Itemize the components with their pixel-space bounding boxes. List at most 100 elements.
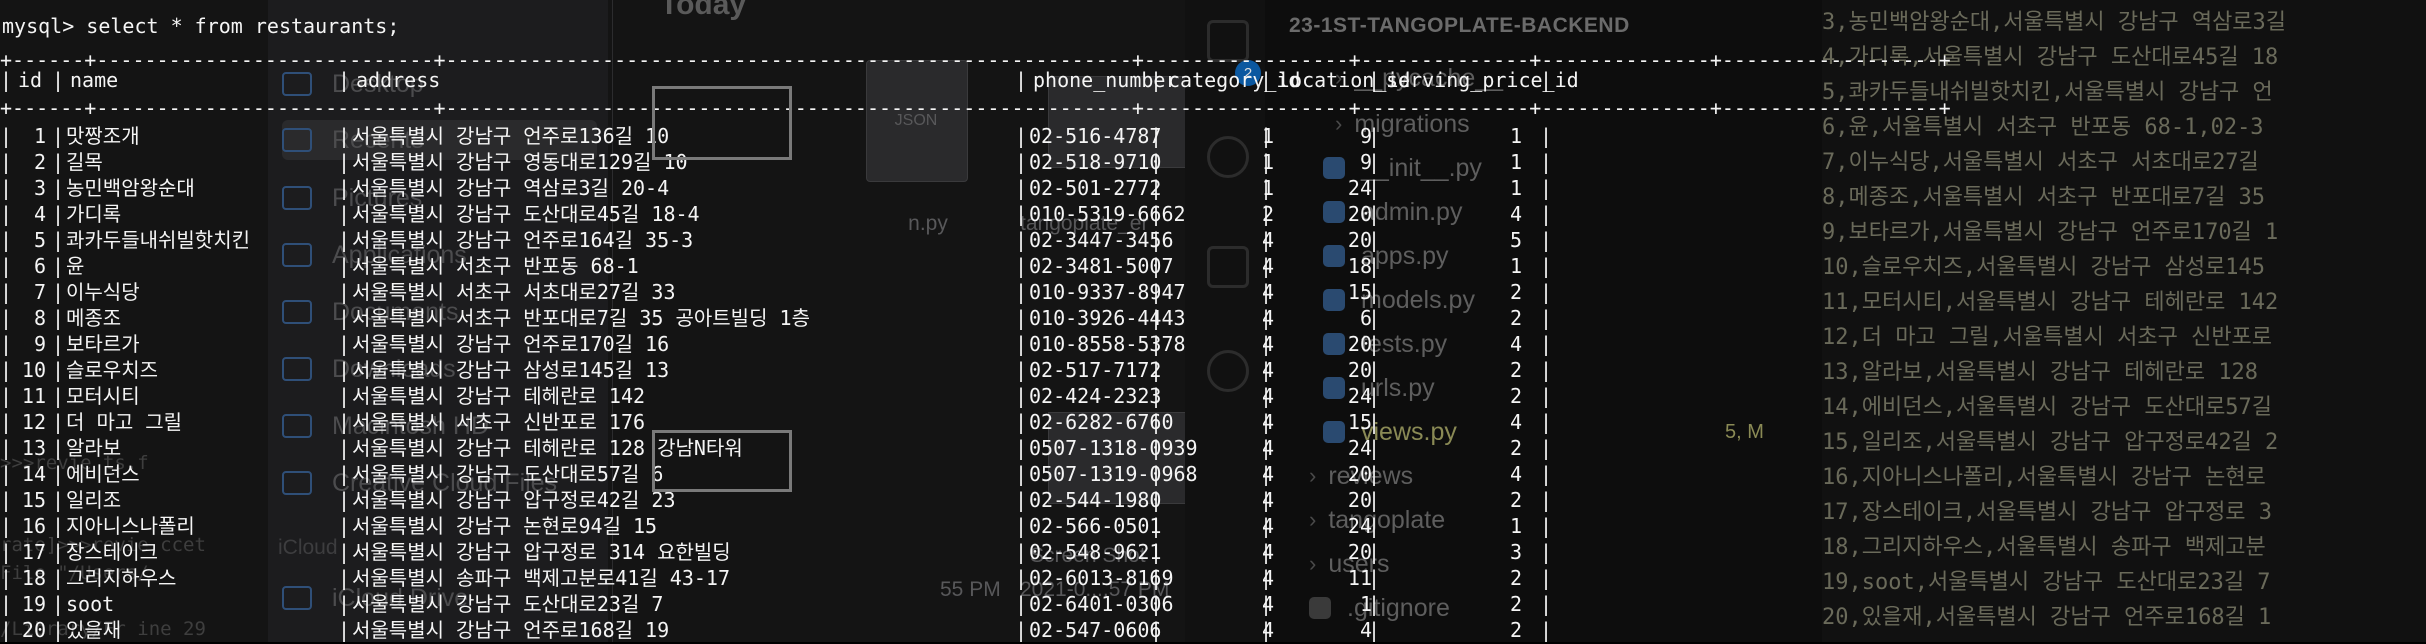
column-separator: | bbox=[1540, 228, 1553, 252]
column-separator: | bbox=[338, 254, 351, 278]
cell-category: 4 bbox=[1261, 228, 1274, 252]
column-separator: | bbox=[1540, 592, 1553, 616]
column-separator: | bbox=[52, 410, 65, 434]
column-separator: | bbox=[338, 488, 351, 512]
cell-location: 15 bbox=[1347, 280, 1372, 304]
column-separator: | bbox=[1540, 254, 1553, 278]
column-separator: | bbox=[1540, 384, 1553, 408]
selection-highlight bbox=[652, 430, 792, 492]
column-separator: | bbox=[52, 254, 65, 278]
column-separator: | bbox=[1015, 514, 1028, 538]
cell-location: 4 bbox=[1359, 618, 1372, 642]
column-separator: | bbox=[52, 332, 65, 356]
cell-id: 13 bbox=[21, 436, 46, 460]
column-separator: | bbox=[52, 436, 65, 460]
cell-category: 4 bbox=[1261, 332, 1274, 356]
cell-category: 1 bbox=[1261, 176, 1274, 200]
column-separator: | bbox=[52, 592, 65, 616]
cell-price: 1 bbox=[1509, 254, 1522, 278]
column-separator: | bbox=[338, 592, 351, 616]
column-header-name: name bbox=[70, 68, 119, 92]
column-separator: | bbox=[52, 618, 65, 642]
table-row: | 17 | 장스테이크 | 서울특별시 강남구 압구정로 314 요한빌딩 | 02-548… bbox=[0, 538, 2426, 566]
cell-price: 1 bbox=[1509, 124, 1522, 148]
column-separator: | bbox=[1015, 618, 1028, 642]
cell-category: 1 bbox=[1261, 124, 1274, 148]
cell-price: 2 bbox=[1509, 306, 1522, 330]
cell-price: 1 bbox=[1509, 150, 1522, 174]
cell-price: 2 bbox=[1509, 592, 1522, 616]
cell-id: 7 bbox=[33, 280, 46, 304]
cell-name: 농민백암왕순대 bbox=[66, 176, 195, 200]
column-separator: | bbox=[1015, 306, 1028, 330]
cell-name: 윤 bbox=[66, 254, 85, 278]
table-row: | 12 | 더 마고 그릴 | 서울특별시 서초구 신반포로 176 | 02-6282-6… bbox=[0, 408, 2426, 436]
cell-address: 서울특별시 서초구 신반포로 176 bbox=[352, 410, 646, 434]
table-row: | 9 | 보타르가 | 서울특별시 강남구 언주로170길 16 | 010-8558-53… bbox=[0, 330, 2426, 358]
cell-category: 4 bbox=[1261, 384, 1274, 408]
table-row: | 15 | 일리조 | 서울특별시 강남구 압구정로42길 23 | 02-544-1980… bbox=[0, 486, 2426, 514]
column-separator: | bbox=[338, 150, 351, 174]
table-border-header: +------+----------------------------+---… bbox=[0, 96, 1951, 120]
cell-location: 24 bbox=[1347, 176, 1372, 200]
column-separator: | bbox=[338, 228, 351, 252]
column-separator: | bbox=[1015, 202, 1028, 226]
column-separator: | bbox=[52, 514, 65, 538]
cell-category: 4 bbox=[1261, 410, 1274, 434]
cell-price: 4 bbox=[1509, 410, 1522, 434]
cell-address: 서울특별시 강남구 압구정로42길 23 bbox=[352, 488, 676, 512]
cell-name: 알라보 bbox=[66, 436, 122, 460]
cell-location: 24 bbox=[1347, 436, 1372, 460]
terminal-window[interactable]: mysql> select * from restaurants; +-----… bbox=[0, 0, 2426, 642]
column-separator: | bbox=[52, 280, 65, 304]
cell-id: 11 bbox=[21, 384, 46, 408]
cell-location: 1 bbox=[1359, 592, 1372, 616]
cell-name: 맛짱조개 bbox=[66, 124, 140, 148]
cell-name: 가디록 bbox=[66, 202, 122, 226]
cell-location: 20 bbox=[1347, 540, 1372, 564]
cell-category: 4 bbox=[1261, 592, 1274, 616]
cell-address: 서울특별시 강남구 언주로136길 10 bbox=[352, 124, 670, 148]
cell-name: 길목 bbox=[66, 150, 103, 174]
table-row: | 10 | 슬로우치즈 | 서울특별시 강남구 삼성로145길 13 | 02-517-71… bbox=[0, 356, 2426, 384]
cell-price: 2 bbox=[1509, 384, 1522, 408]
column-separator: | bbox=[1540, 68, 1553, 92]
column-separator: | bbox=[1540, 540, 1553, 564]
column-separator: | bbox=[338, 436, 351, 460]
cell-id: 9 bbox=[33, 332, 46, 356]
column-separator: | bbox=[1540, 280, 1553, 304]
cell-phone: 02-566-0501 bbox=[1029, 514, 1162, 538]
cell-address: 서울특별시 강남구 언주로164길 35-3 bbox=[352, 228, 694, 252]
cell-location: 24 bbox=[1347, 384, 1372, 408]
cell-category: 4 bbox=[1261, 358, 1274, 382]
table-row: | 18 | 그리지하우스 | 서울특별시 송파구 백제고분로41길 43-17 | 02-6… bbox=[0, 564, 2426, 592]
column-header-id: id bbox=[18, 68, 43, 92]
column-separator: | bbox=[338, 280, 351, 304]
cell-price: 4 bbox=[1509, 462, 1522, 486]
cell-id: 18 bbox=[21, 566, 46, 590]
cell-id: 17 bbox=[21, 540, 46, 564]
cell-name: 있을재 bbox=[66, 618, 122, 642]
column-separator: | bbox=[52, 176, 65, 200]
cell-phone: 02-424-2323 bbox=[1029, 384, 1162, 408]
column-separator: | bbox=[1015, 462, 1028, 486]
column-separator: | bbox=[52, 68, 65, 92]
column-separator: | bbox=[1540, 202, 1553, 226]
cell-location: 15 bbox=[1347, 410, 1372, 434]
cell-address: 서울특별시 강남구 테헤란로 142 bbox=[352, 384, 646, 408]
cell-name: 일리조 bbox=[66, 488, 122, 512]
cell-category: 4 bbox=[1261, 514, 1274, 538]
cell-id: 8 bbox=[33, 306, 46, 330]
column-separator: | bbox=[1540, 410, 1553, 434]
column-separator: | bbox=[338, 306, 351, 330]
selection-highlight bbox=[652, 86, 792, 160]
column-separator: | bbox=[1015, 488, 1028, 512]
column-separator: | bbox=[52, 228, 65, 252]
cell-location: 20 bbox=[1347, 332, 1372, 356]
cell-phone: 02-516-4787 bbox=[1029, 124, 1162, 148]
cell-id: 15 bbox=[21, 488, 46, 512]
column-separator: | bbox=[1015, 150, 1028, 174]
cell-id: 4 bbox=[33, 202, 46, 226]
cell-name: 그리지하우스 bbox=[66, 566, 177, 590]
cell-id: 2 bbox=[33, 150, 46, 174]
